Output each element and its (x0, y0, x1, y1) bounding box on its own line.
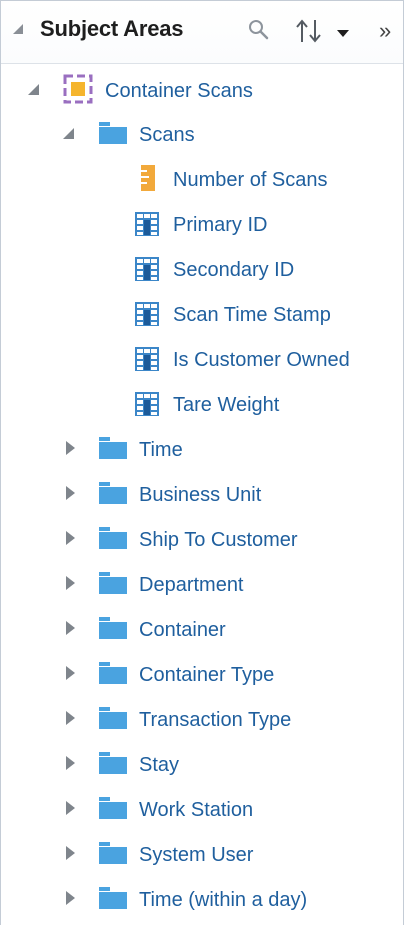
collapsed-triangle-icon[interactable] (66, 666, 75, 680)
double-chevron-right-icon: » (379, 18, 392, 43)
tree-node-scans[interactable]: Scans (1, 115, 403, 159)
tree-node-label: Container (139, 619, 226, 641)
folder-icon (99, 572, 127, 594)
tree-node-label: Primary ID (173, 214, 268, 236)
search-icon (249, 20, 269, 40)
tree-node-ship-to-customer[interactable]: Ship To Customer (1, 520, 403, 564)
sort-icon (296, 19, 349, 43)
tree-node-container-scans[interactable]: Container Scans (1, 71, 403, 115)
tree-node-label: Stay (139, 754, 180, 776)
tree-node-label: System User (139, 844, 254, 866)
tree-node-container-type[interactable]: Container Type (1, 655, 403, 699)
tree-node-label: Container Scans (105, 80, 253, 102)
measure-icon (141, 165, 155, 191)
column-icon (135, 347, 159, 371)
folder-icon (99, 617, 127, 639)
tree-node-label: Is Customer Owned (173, 349, 350, 371)
tree-node-system-user[interactable]: System User (1, 835, 403, 879)
tree-node-is-customer-owned[interactable]: Is Customer Owned (1, 340, 403, 384)
panel-header: Subject Areas » (1, 1, 403, 64)
collapsed-triangle-icon[interactable] (66, 576, 75, 590)
subject-area-icon (63, 74, 93, 104)
tree-node-label: Secondary ID (173, 259, 295, 281)
tree-node-time[interactable]: Time (1, 430, 403, 474)
tree-node-business-unit[interactable]: Business Unit (1, 475, 403, 519)
panel-title: Subject Areas (40, 16, 184, 41)
collapsed-triangle-icon[interactable] (66, 801, 75, 815)
collapsed-triangle-icon[interactable] (66, 891, 75, 905)
tree-node-container[interactable]: Container (1, 610, 403, 654)
collapsed-triangle-icon[interactable] (66, 846, 75, 860)
tree-node-label: Container Type (139, 664, 275, 686)
tree-node-scan-time-stamp[interactable]: Scan Time Stamp (1, 295, 403, 339)
tree-node-label: Work Station (139, 799, 254, 821)
collapsed-triangle-icon[interactable] (66, 441, 75, 455)
expanded-triangle-icon[interactable] (63, 128, 74, 139)
tree-node-label: Scan Time Stamp (173, 304, 331, 326)
tree-node-secondary-id[interactable]: Secondary ID (1, 250, 403, 294)
tree-node-number-of-scans[interactable]: Number of Scans (1, 160, 403, 204)
tree-node-label: Scans (139, 124, 195, 146)
folder-icon (99, 752, 127, 774)
column-icon (135, 212, 159, 236)
column-icon (135, 302, 159, 326)
folder-icon (99, 482, 127, 504)
tree-node-label: Transaction Type (139, 709, 292, 731)
column-icon (135, 257, 159, 281)
expanded-triangle-icon[interactable] (28, 84, 39, 95)
folder-icon (99, 437, 127, 459)
tree-node-label: Tare Weight (173, 394, 280, 416)
collapsed-triangle-icon[interactable] (66, 756, 75, 770)
tree-node-label: Number of Scans (173, 169, 328, 191)
column-icon (135, 392, 159, 416)
more-options-button[interactable]: » (379, 13, 405, 49)
search-button[interactable] (245, 13, 275, 49)
tree-node-label: Time (within a day) (139, 889, 308, 911)
folder-icon (99, 887, 127, 909)
folder-icon (99, 842, 127, 864)
tree-node-label: Business Unit (139, 484, 262, 506)
collapsed-triangle-icon[interactable] (66, 621, 75, 635)
tree-node-transaction-type[interactable]: Transaction Type (1, 700, 403, 744)
tree-node-tare-weight[interactable]: Tare Weight (1, 385, 403, 429)
tree-node-department[interactable]: Department (1, 565, 403, 609)
sort-menu-button[interactable] (293, 13, 357, 49)
tree-node-label: Ship To Customer (139, 529, 298, 551)
collapsed-triangle-icon[interactable] (66, 531, 75, 545)
folder-icon (99, 797, 127, 819)
tree-node-primary-id[interactable]: Primary ID (1, 205, 403, 249)
tree-node-label: Time (139, 439, 183, 461)
tree-node-time-within-a-day[interactable]: Time (within a day) (1, 880, 403, 924)
tree-node-stay[interactable]: Stay (1, 745, 403, 789)
folder-icon (99, 122, 127, 144)
folder-icon (99, 527, 127, 549)
collapse-panel-icon[interactable] (13, 24, 23, 34)
folder-icon (99, 707, 127, 729)
tree-node-work-station[interactable]: Work Station (1, 790, 403, 834)
collapsed-triangle-icon[interactable] (66, 486, 75, 500)
subject-areas-panel: Subject Areas » Container Scans Scans Nu… (0, 0, 404, 925)
folder-icon (99, 662, 127, 684)
collapsed-triangle-icon[interactable] (66, 711, 75, 725)
tree-node-label: Department (139, 574, 244, 596)
